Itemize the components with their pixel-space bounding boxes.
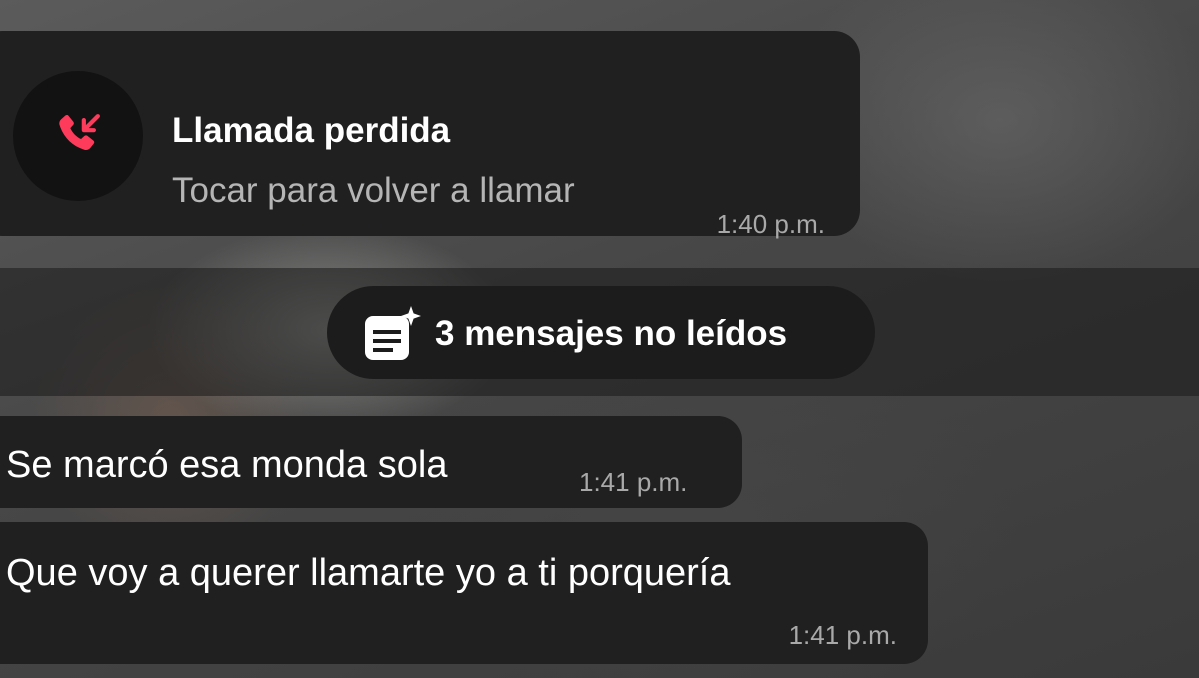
missed-call-subtitle: Tocar para volver a llamar [172, 171, 575, 210]
missed-call-timestamp: 1:40 p.m. [716, 209, 825, 239]
message-timestamp: 1:41 p.m. [579, 467, 688, 497]
missed-call-icon [59, 114, 100, 151]
message-text: Que voy a querer llamarte yo a ti porque… [6, 552, 731, 594]
missed-call-message[interactable]: Llamada perdida Tocar para volver a llam… [0, 31, 860, 239]
unread-messages-icon [365, 306, 421, 360]
missed-call-title: Llamada perdida [172, 111, 451, 150]
missed-call-icon-circle [13, 71, 143, 201]
message-timestamp: 1:41 p.m. [788, 620, 897, 650]
incoming-message[interactable]: Se marcó esa monda sola 1:41 p.m. [0, 416, 742, 508]
message-text: Se marcó esa monda sola [6, 444, 448, 486]
unread-messages-banner[interactable]: 3 mensajes no leídos [327, 286, 875, 379]
unread-messages-label: 3 mensajes no leídos [435, 314, 788, 353]
incoming-message[interactable]: Que voy a querer llamarte yo a ti porque… [0, 522, 928, 664]
